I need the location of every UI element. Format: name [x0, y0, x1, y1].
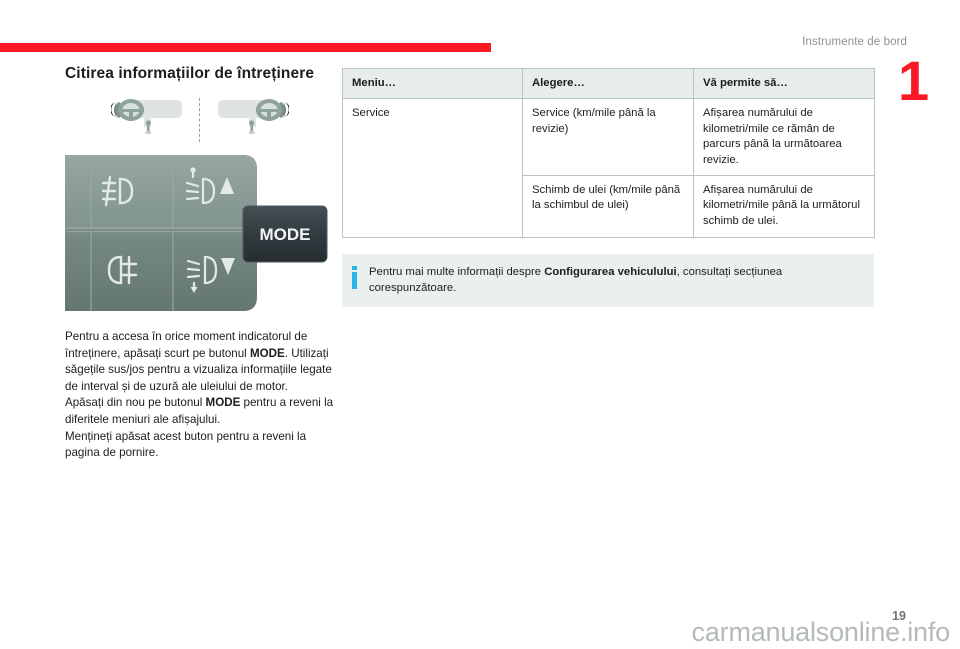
table-cell-choice-service: Service (km/mile până la revizie) [522, 98, 694, 177]
note-segment-1: Pentru mai multe informații despre [369, 266, 545, 279]
header-red-rule [0, 43, 491, 52]
paragraph-3-segment-1: Mențineți apăsat acest buton pentru a re… [65, 429, 307, 460]
chapter-number-badge: 1 [898, 49, 930, 112]
mode-button-label: MODE [260, 225, 311, 244]
info-icon-bar [352, 272, 357, 290]
right-content-column: Meniu… Alegere… Vă permite să… Service S… [342, 67, 875, 308]
paragraph-2-segment-1: Apăsați din nou pe butonul [65, 396, 206, 410]
mode-button-illustration: MODE [242, 205, 328, 263]
header-chapter-title: Instrumente de bord [802, 36, 907, 48]
page-footer: 19 carmanualsonline.info [0, 594, 960, 649]
table-row: Service Service (km/mile până la revizie… [342, 98, 875, 239]
instruction-paragraph-3: Mențineți apăsat acest buton pentru a re… [65, 429, 335, 462]
table-cell-allows-service: Afișarea numărului de kilometri/mile ce … [693, 98, 875, 177]
instruction-paragraph-2: Apăsați din nou pe butonul MODE pentru a… [65, 395, 335, 428]
instruction-body-text: Pentru a accesa în orice moment indicato… [65, 329, 335, 462]
info-icon-dot [352, 266, 357, 271]
info-note-box: Pentru mai multe informații despre Confi… [342, 254, 874, 308]
menu-options-table: Meniu… Alegere… Vă permite să… Service S… [342, 67, 875, 239]
control-panel-figure: MODE [65, 153, 333, 313]
table-cell-allows-oil: Afișarea numărului de kilometri/mile pân… [693, 175, 875, 239]
page-header: Instrumente de bord 1 [0, 0, 960, 109]
paragraph-1-mode-keyword: MODE [249, 346, 285, 360]
left-content-column: Citirea informațiilor de întreținere MOD… [65, 64, 335, 462]
table-header-choice: Alegere… [522, 67, 694, 100]
dashboard-left-hand-drive-icon [110, 97, 193, 148]
instruction-paragraph-1: Pentru a accesa în orice moment indicato… [65, 329, 335, 395]
info-note-text: Pentru mai multe informații despre Confi… [369, 264, 862, 296]
page-title: Citirea informațiilor de întreținere [65, 65, 315, 82]
light-control-panel [65, 155, 257, 311]
watermark-text: carmanualsonline.info [691, 617, 951, 647]
table-cell-choice-oil: Schimb de ulei (km/mile până la schimbul… [522, 175, 694, 239]
table-header-row: Meniu… Alegere… Vă permite să… [342, 67, 875, 100]
info-icon [352, 266, 357, 290]
table-header-menu: Meniu… [342, 67, 523, 100]
table-cell-menu-service: Service [342, 98, 523, 239]
dashboard-right-hand-drive-icon [207, 97, 290, 148]
dashboard-variants-figure [65, 97, 335, 145]
paragraph-2-mode-keyword: MODE [205, 396, 241, 410]
note-keyword-vehicle-configuration: Configurarea vehiculului [544, 266, 677, 279]
dashed-divider [199, 98, 200, 142]
table-header-allows: Vă permite să… [693, 67, 875, 100]
